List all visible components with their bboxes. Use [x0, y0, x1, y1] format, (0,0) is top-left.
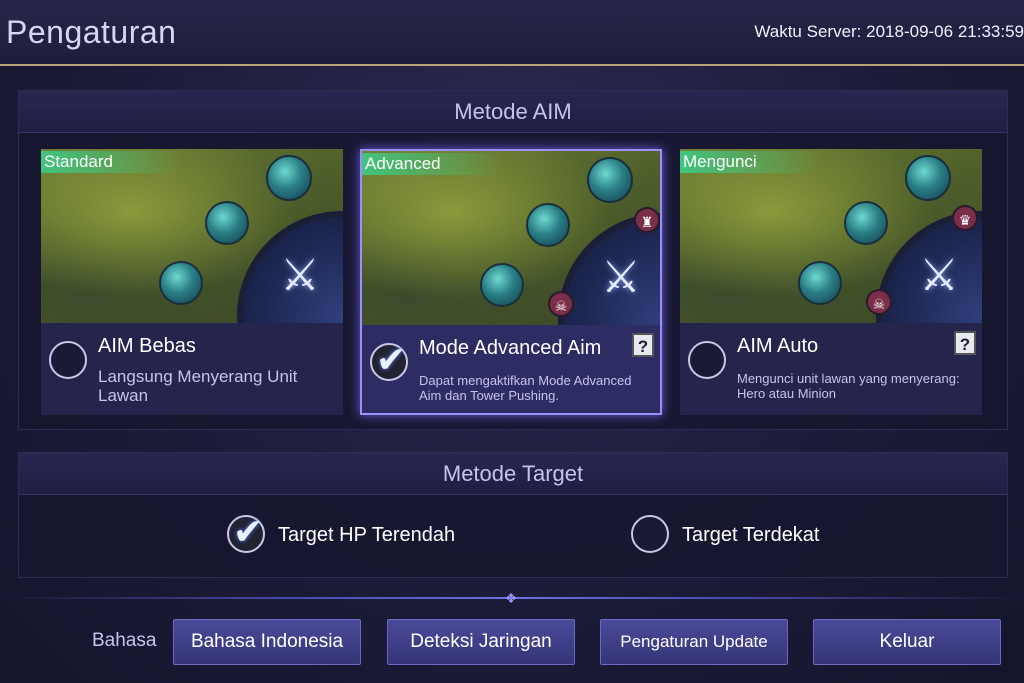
exit-button[interactable]: Keluar — [813, 619, 1001, 665]
skill-icon — [159, 261, 203, 305]
page-title: Pengaturan — [6, 14, 177, 50]
attack-icon: ⚔ — [601, 253, 641, 302]
mode-tag: Advanced — [362, 153, 502, 175]
aim-preview-image: Mengunci ⚔ ♛ ☠ — [680, 149, 982, 323]
mode-tag: Mengunci — [680, 151, 820, 173]
aim-preview-image: Advanced ⚔ ♜ ☠ — [362, 151, 660, 325]
aim-card-description: Langsung Menyerang Unit Lawan — [98, 367, 298, 405]
check-icon: ✔ — [376, 339, 407, 380]
update-settings-button[interactable]: Pengaturan Update — [600, 619, 788, 665]
aim-method-panel: Metode AIM Standard ⚔ AIM Bebas Langsung… — [18, 90, 1008, 430]
target-radio-lowest-hp[interactable]: ✔ — [227, 511, 265, 553]
aim-radio-lock[interactable] — [688, 341, 726, 379]
aim-radio-standard[interactable] — [49, 341, 87, 379]
attack-icon: ⚔ — [919, 251, 959, 300]
skill-icon — [205, 201, 249, 245]
minion-icon: ☠ — [866, 289, 892, 315]
help-icon[interactable]: ? — [632, 333, 654, 357]
aim-card-name: AIM Bebas — [98, 335, 196, 357]
language-button[interactable]: Bahasa Indonesia — [173, 619, 361, 665]
mode-tag: Standard — [41, 151, 181, 173]
aim-preview-image: Standard ⚔ — [41, 149, 343, 323]
skill-icon — [480, 263, 524, 307]
divider-ornament: ❖ — [0, 591, 1024, 605]
language-label: Bahasa — [92, 630, 157, 651]
target-option-label: Target Terdekat — [682, 524, 820, 546]
skill-icon — [798, 261, 842, 305]
skill-icon — [266, 155, 312, 201]
aim-card-name: AIM Auto — [737, 335, 819, 357]
network-detect-button[interactable]: Deteksi Jaringan — [387, 619, 575, 665]
skill-icon — [905, 155, 951, 201]
aim-card-standard[interactable]: Standard ⚔ AIM Bebas Langsung Menyerang … — [41, 149, 343, 415]
aim-radio-advanced[interactable]: ✔ — [370, 339, 408, 381]
aim-card-description: Dapat mengaktifkan Mode Advanced Aim dan… — [419, 373, 632, 403]
target-method-title: Metode Target — [19, 453, 1007, 495]
server-time: Waktu Server: 2018-09-06 21:33:59 — [754, 22, 1024, 41]
header: Pengaturan Waktu Server: 2018-09-06 21:3… — [0, 0, 1024, 66]
minion-icon: ☠ — [548, 291, 574, 317]
skill-icon — [526, 203, 570, 247]
tower-icon: ♜ — [634, 207, 660, 233]
target-method-panel: Metode Target ✔ Target HP Terendah Targe… — [18, 452, 1008, 578]
skill-icon — [587, 157, 633, 203]
skill-icon — [844, 201, 888, 245]
help-icon[interactable]: ? — [954, 331, 976, 355]
aim-card-name: Mode Advanced Aim — [419, 337, 602, 359]
ornament-icon: ❖ — [504, 590, 518, 606]
target-option-label: Target HP Terendah — [278, 524, 456, 546]
check-icon: ✔ — [233, 511, 264, 552]
target-radio-nearest[interactable] — [631, 515, 669, 553]
aim-card-lock[interactable]: Mengunci ⚔ ♛ ☠ AIM Auto ? Mengunci unit … — [680, 149, 982, 415]
attack-icon: ⚔ — [280, 251, 320, 300]
aim-card-advanced[interactable]: Advanced ⚔ ♜ ☠ ✔ Mode Advanced Aim ? Dap… — [360, 149, 662, 415]
hero-icon: ♛ — [952, 205, 978, 231]
aim-method-title: Metode AIM — [19, 91, 1007, 133]
aim-card-description: Mengunci unit lawan yang menyerang: Hero… — [737, 371, 960, 401]
